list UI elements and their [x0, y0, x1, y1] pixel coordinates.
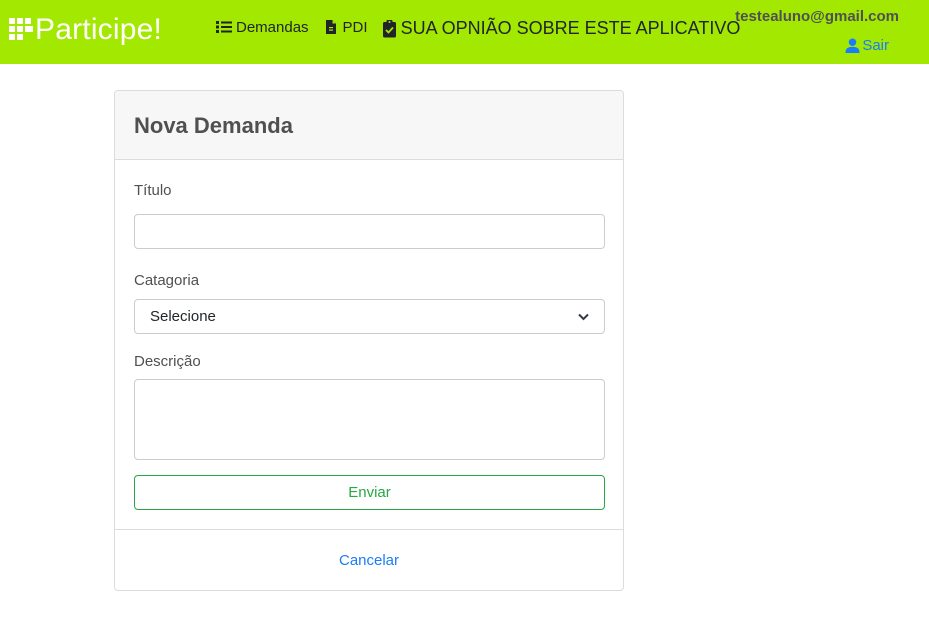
- brand-link[interactable]: Participe!: [9, 13, 162, 47]
- categoria-label: Catagoria: [134, 272, 200, 289]
- new-demand-card: Nova Demanda Título Catagoria Selecione …: [114, 90, 624, 591]
- file-icon: [325, 20, 336, 34]
- categoria-select[interactable]: Selecione: [134, 299, 605, 334]
- submit-button[interactable]: Enviar: [134, 475, 605, 510]
- descricao-label: Descrição: [134, 353, 201, 370]
- clipboard-check-icon: [382, 19, 396, 37]
- cancel-link[interactable]: Cancelar: [339, 552, 399, 569]
- nav-pdi[interactable]: PDI: [323, 19, 368, 36]
- main-nav: Demandas PDI SUA OPNIÃO SOBRE ESTE APLIC…: [216, 14, 740, 40]
- nav-demandas[interactable]: Demandas: [216, 19, 309, 36]
- user-icon: [845, 38, 860, 53]
- brand-name: Participe!: [35, 13, 163, 46]
- categoria-selected-value: Selecione: [150, 308, 216, 325]
- nav-opiniao-label: SUA OPNIÃO SOBRE ESTE APLICATIVO: [400, 17, 741, 38]
- user-email: testealuno@gmail.com: [735, 8, 899, 25]
- logout-link[interactable]: Sair: [845, 37, 889, 54]
- grid-logo-icon: [9, 18, 33, 40]
- page-title: Nova Demanda: [134, 113, 293, 138]
- card-header: Nova Demanda: [115, 91, 623, 160]
- titulo-label: Título: [134, 182, 172, 199]
- nav-demandas-label: Demandas: [236, 18, 309, 36]
- titulo-input[interactable]: [134, 214, 605, 249]
- nav-opiniao[interactable]: SUA OPNIÃO SOBRE ESTE APLICATIVO: [382, 17, 741, 39]
- list-icon: [216, 21, 232, 33]
- nav-pdi-label: PDI: [342, 18, 368, 36]
- top-navbar: Participe! Demandas PDI SUA OPNIÃO SOBRE…: [0, 0, 929, 64]
- descricao-textarea[interactable]: [134, 379, 605, 460]
- chevron-down-icon: [578, 313, 589, 320]
- card-footer: Cancelar: [115, 529, 623, 590]
- logout-label: Sair: [862, 37, 889, 54]
